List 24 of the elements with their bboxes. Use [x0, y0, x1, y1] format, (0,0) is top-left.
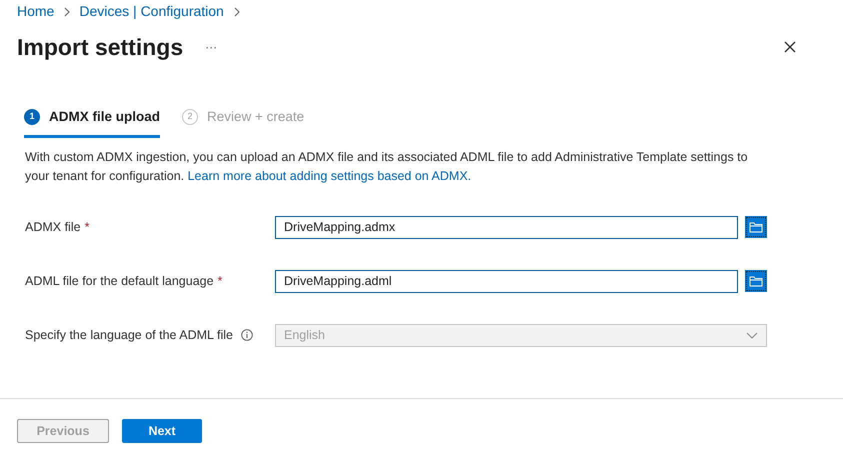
breadcrumb-link[interactable]: Devices | Configuration — [79, 1, 224, 22]
close-icon[interactable] — [784, 41, 796, 53]
language-dropdown: English — [275, 324, 767, 346]
next-button[interactable]: Next — [122, 419, 202, 443]
required-mark: * — [84, 218, 90, 236]
chevron-down-icon — [746, 332, 758, 338]
file-name-field[interactable]: DriveMapping.admx — [275, 216, 738, 238]
learn-more-link[interactable]: Learn more about adding settings based on ADMX. — [188, 169, 472, 183]
browse-button[interactable] — [745, 270, 767, 292]
folder-icon — [749, 222, 763, 232]
folder-icon — [749, 276, 763, 286]
file-name-field[interactable]: DriveMapping.adml — [275, 270, 738, 292]
chevron-icon — [232, 6, 241, 16]
field-label: ADML file for the default language — [25, 272, 214, 290]
field-label: ADMX file — [25, 218, 81, 236]
chevron-icon — [62, 6, 72, 16]
description-text: With custom ADMX ingestion, you can upload an ADMX file and its associated ADML file to add Administrative Template settings to your tenant for configuration. Learn more about adding settings based on ADMX. — [24, 149, 749, 185]
more-button[interactable]: ··· — [205, 38, 218, 56]
field-label: Specify the language of the ADML file — [25, 326, 234, 344]
breadcrumb-link[interactable]: Home — [17, 1, 54, 22]
step-tab[interactable]: 1 ADMX file upload — [24, 106, 160, 138]
browse-button[interactable] — [745, 216, 767, 238]
page-title: Import settings — [17, 32, 184, 62]
required-mark: * — [218, 272, 222, 290]
